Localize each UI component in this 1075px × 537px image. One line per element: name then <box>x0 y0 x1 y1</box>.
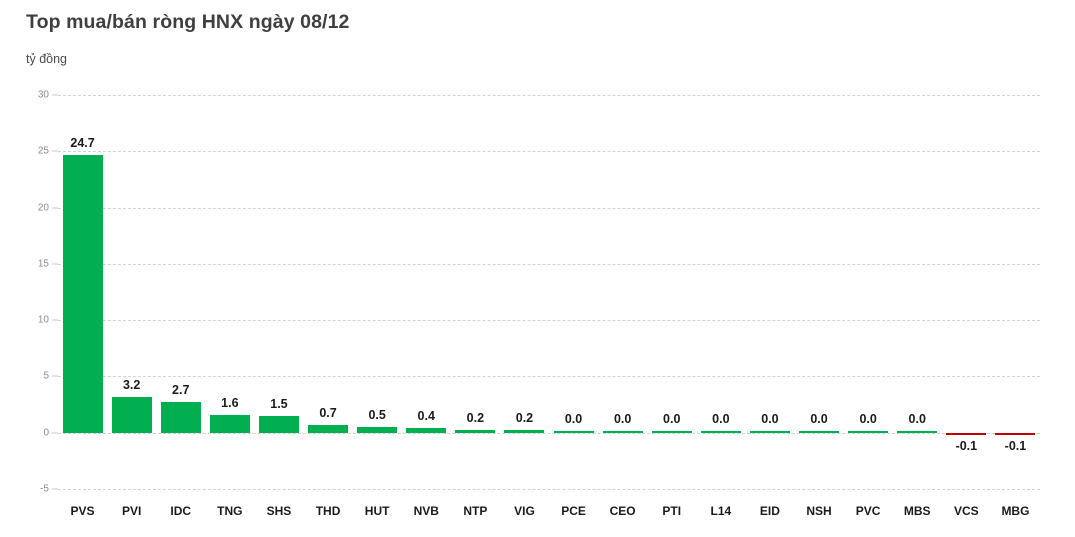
y-axis-tick-label: 0 <box>43 427 49 439</box>
bar-group[interactable]: 0.5 HUT <box>353 95 402 518</box>
bar-value-label: 1.5 <box>270 396 288 411</box>
x-axis-category-label: NSH <box>806 504 832 518</box>
bar-group[interactable]: 0.2 VIG <box>500 95 549 518</box>
bar-group[interactable]: 0.0 L14 <box>696 95 745 518</box>
bar-group[interactable]: 0.0 MBS <box>893 95 942 518</box>
x-axis-category-label: PVS <box>70 504 95 518</box>
y-axis-tick-label: 30 <box>37 89 49 101</box>
gridline <box>58 489 1040 490</box>
x-axis-category-label: PCE <box>561 504 586 518</box>
x-axis-category-label: CEO <box>609 504 636 518</box>
bar-value-label: 3.2 <box>122 377 141 392</box>
x-axis-category-label: MBS <box>903 504 931 518</box>
bar-group[interactable]: 2.7 IDC <box>156 95 205 518</box>
bar-tng[interactable] <box>209 414 250 433</box>
x-axis-category-label: THD <box>315 504 341 518</box>
bar-mbs[interactable] <box>897 430 938 433</box>
bar-value-label: 0.0 <box>761 411 779 426</box>
bar-value-label: 0.0 <box>908 411 926 426</box>
x-axis-category-label: VIG <box>514 504 535 518</box>
bar-idc[interactable] <box>160 402 201 433</box>
bar-group[interactable]: 0.0 PVC <box>844 95 893 518</box>
bar-group[interactable]: 0.0 NSH <box>795 95 844 518</box>
bar-group[interactable]: 0.0 PTI <box>647 95 696 518</box>
y-axis-tick-label: 15 <box>37 258 49 270</box>
bar-value-label: 0.0 <box>663 411 681 426</box>
x-axis-category-label: L14 <box>710 504 732 518</box>
chart-title: Top mua/bán ròng HNX ngày 08/12 <box>26 11 350 33</box>
bar-group[interactable]: 0.7 THD <box>304 95 353 518</box>
bar-vcs[interactable] <box>946 432 987 435</box>
bar-value-label: 0.0 <box>810 411 828 426</box>
bar-group[interactable]: 3.2 PVI <box>107 95 156 518</box>
bar-value-label: 0.7 <box>319 405 337 420</box>
bar-value-label: -0.1 <box>955 438 978 453</box>
bar-nvb[interactable] <box>406 428 447 433</box>
y-axis-unit-label: tỷ đồng <box>26 52 68 66</box>
bar-mbg[interactable] <box>995 432 1036 435</box>
x-axis-category-label: MBG <box>1001 504 1030 518</box>
y-axis-tick-label: 25 <box>37 145 49 157</box>
chart-container: Top mua/bán ròng HNX ngày 08/12 tỷ đồng … <box>0 0 1075 537</box>
bar-group[interactable]: 0.0 EID <box>745 95 794 518</box>
bar-pvs[interactable] <box>62 154 103 433</box>
x-axis-category-label: HUT <box>364 504 390 518</box>
bar-group[interactable]: 24.7 PVS <box>58 95 107 518</box>
bar-value-label: 0.2 <box>515 411 534 426</box>
x-axis-category-label: SHS <box>266 504 292 518</box>
x-axis-category-label: TNG <box>217 504 243 518</box>
y-axis-tick-label: 20 <box>37 202 49 214</box>
bar-shs[interactable] <box>258 415 299 433</box>
bar-value-label: 1.6 <box>221 395 239 410</box>
bar-pvc[interactable] <box>848 430 889 433</box>
bar-group[interactable]: 0.4 NVB <box>402 95 451 518</box>
bar-group[interactable]: -0.1 MBG <box>991 95 1040 518</box>
x-axis-category-label: PVI <box>121 504 142 518</box>
x-axis-category-label: NVB <box>413 504 439 518</box>
x-axis-category-label: PTI <box>662 504 682 518</box>
bar-value-label: 24.7 <box>70 135 95 150</box>
x-axis-category-label: EID <box>759 504 780 518</box>
bar-value-label: 0.2 <box>466 411 485 426</box>
y-axis-tick-label: 5 <box>43 370 49 382</box>
bar-group[interactable]: 0.0 PCE <box>549 95 598 518</box>
bar-group[interactable]: 0.2 NTP <box>451 95 500 518</box>
bar-pce[interactable] <box>553 430 594 433</box>
bar-value-label: -0.1 <box>1004 438 1027 453</box>
bar-ceo[interactable] <box>602 430 643 433</box>
bar-group[interactable]: 1.5 SHS <box>254 95 303 518</box>
bar-ntp[interactable] <box>455 430 496 433</box>
bar-value-label: 0.0 <box>564 411 583 426</box>
bar-value-label: 0.5 <box>368 408 386 423</box>
bar-value-label: 0.4 <box>417 409 435 424</box>
y-axis-tick-label: 10 <box>37 314 49 326</box>
bar-value-label: 0.0 <box>712 411 730 426</box>
bar-l14[interactable] <box>700 430 741 433</box>
x-axis-category-label: PVC <box>855 504 881 518</box>
plot-area: 30 25 20 15 10 5 0 -5 24.7 PVS 3.2 PVI 2.7 IDC 1.6 TNG… <box>38 90 1040 518</box>
bar-thd[interactable] <box>308 424 349 433</box>
bars-group: 24.7 PVS 3.2 PVI 2.7 IDC 1.6 TNG 1.5 SHS 0.7 THD 0.5… <box>58 95 1040 518</box>
x-axis-category-label: NTP <box>463 504 488 518</box>
bar-value-label: 0.0 <box>613 411 632 426</box>
bar-group[interactable]: -0.1 VCS <box>942 95 991 518</box>
bar-pti[interactable] <box>651 430 692 433</box>
bar-group[interactable]: 0.0 CEO <box>598 95 647 518</box>
bar-hut[interactable] <box>357 427 398 433</box>
bar-group[interactable]: 1.6 TNG <box>205 95 254 518</box>
bar-nsh[interactable] <box>799 430 840 433</box>
bar-value-label: 0.0 <box>859 411 877 426</box>
x-axis-category-label: IDC <box>170 504 192 518</box>
bar-pvi[interactable] <box>111 396 152 433</box>
bar-vig[interactable] <box>504 430 545 433</box>
bar-eid[interactable] <box>749 430 790 433</box>
bar-value-label: 2.7 <box>172 383 190 398</box>
y-axis-tick-label: -5 <box>40 483 49 495</box>
x-axis-category-label: VCS <box>954 504 979 518</box>
